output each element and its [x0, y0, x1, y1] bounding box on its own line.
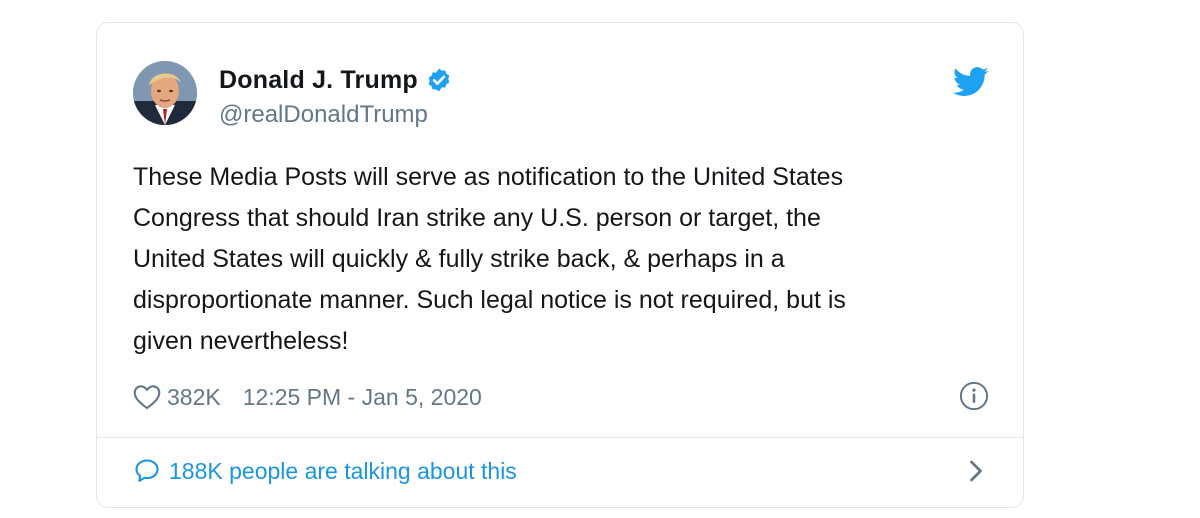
info-icon[interactable] [959, 381, 989, 411]
avatar[interactable] [133, 61, 197, 125]
conversation-text[interactable]: 188K people are talking about this [169, 458, 517, 485]
handle[interactable]: @realDonaldTrump [219, 101, 452, 129]
divider [97, 437, 1023, 438]
heart-icon[interactable] [133, 384, 161, 410]
display-name-row: Donald J. Trump [219, 63, 452, 97]
tweet-header: Donald J. Trump @realDonaldTrump [133, 59, 989, 131]
verified-badge-icon [426, 67, 452, 93]
twitter-bird-icon[interactable] [953, 67, 989, 97]
speech-bubble-icon [133, 457, 161, 485]
tweet-meta: 382K 12:25 PM - Jan 5, 2020 [133, 381, 989, 413]
tweet-text: These Media Posts will serve as notifica… [133, 163, 846, 355]
chevron-right-icon[interactable] [967, 459, 985, 483]
author-names: Donald J. Trump @realDonaldTrump [219, 63, 452, 129]
conversation-link[interactable]: 188K people are talking about this [133, 453, 989, 489]
like-count[interactable]: 382K [167, 384, 221, 411]
display-name[interactable]: Donald J. Trump [219, 66, 418, 95]
timestamp[interactable]: 12:25 PM - Jan 5, 2020 [243, 384, 482, 411]
tweet-card[interactable]: Donald J. Trump @realDonaldTrump These M… [96, 22, 1024, 508]
